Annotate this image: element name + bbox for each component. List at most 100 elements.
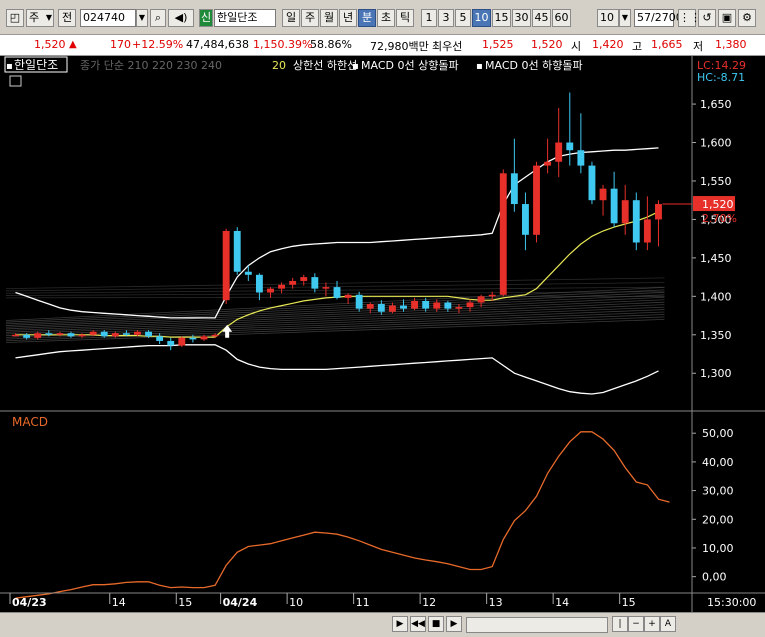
candle-body: [311, 277, 319, 289]
forward-icon[interactable]: ▶: [446, 616, 462, 632]
table-icon[interactable]: [9, 75, 22, 87]
count-select[interactable]: 10: [597, 9, 619, 27]
candle: [344, 293, 352, 305]
chart-legend: ▪ 한일단조 종가 단순 210 220 230 240 20 상한선 하한선 …: [4, 56, 746, 429]
macd-tick-label: 20,00: [702, 513, 734, 526]
macd-line: [15, 431, 670, 599]
candle-body: [178, 337, 186, 346]
candle-body: [422, 300, 430, 309]
window-icon[interactable]: ◰: [6, 9, 24, 27]
page-indicator[interactable]: 57/2700: [634, 9, 683, 27]
save-icon[interactable]: ▣: [718, 9, 736, 27]
period-button-3[interactable]: 년: [339, 9, 357, 27]
interval-button-60[interactable]: 60: [552, 9, 571, 27]
interval-button-5[interactable]: 5: [455, 9, 471, 27]
candle: [422, 297, 430, 312]
interval-button-3[interactable]: 3: [438, 9, 454, 27]
macd-tick-label: 30,00: [702, 485, 734, 498]
all-button[interactable]: 전: [58, 9, 76, 27]
count-dropdown-icon[interactable]: ▼: [619, 9, 631, 27]
candle-body: [56, 333, 64, 335]
interval-button-1[interactable]: 1: [421, 9, 437, 27]
x-tick-label: 14: [555, 596, 569, 609]
candle: [555, 107, 563, 178]
candle: [643, 196, 651, 251]
code-input[interactable]: 024740: [80, 9, 136, 27]
legend-dot-icon: ▪: [476, 61, 483, 72]
gear-icon[interactable]: ⚙: [738, 9, 756, 27]
legend-macd-up: MACD 0선 상향돌파: [361, 59, 459, 72]
candle-body: [544, 161, 552, 166]
period-button-1[interactable]: 주: [301, 9, 319, 27]
minus-icon[interactable]: −: [628, 616, 644, 632]
legend-dot-icon: ▪: [352, 61, 359, 72]
candle-body: [610, 188, 618, 224]
quote-low: 1,380: [715, 38, 747, 51]
period-button-5[interactable]: 초: [377, 9, 395, 27]
stock-chart[interactable]: 1,3001,3501,4001,4501,5001,5501,6001,650…: [0, 56, 765, 612]
x-tick-label: 04/24: [223, 596, 258, 609]
plus-icon[interactable]: +: [644, 616, 660, 632]
legend-limits: 상한선 하한선: [293, 58, 357, 72]
candle-body: [355, 294, 363, 309]
interval-button-15[interactable]: 15: [492, 9, 511, 27]
credit-tag: 신: [199, 9, 213, 27]
scroll-bar: ▶ ◀◀ ■ ▶ | − + A: [0, 612, 765, 637]
rewind-icon[interactable]: ◀◀: [410, 616, 426, 632]
candle-body: [599, 188, 607, 201]
x-tick-label: 12: [422, 596, 436, 609]
period-button-4[interactable]: 분: [358, 9, 376, 27]
candle-body: [12, 334, 19, 337]
zoom-slider[interactable]: [466, 617, 608, 633]
interval-button-45[interactable]: 45: [532, 9, 551, 27]
candle-body: [233, 230, 241, 272]
candle-body: [156, 336, 164, 341]
long-ma-line: [5, 301, 665, 332]
type-label: 주: [29, 11, 40, 24]
play-icon[interactable]: ▶: [392, 616, 408, 632]
candle-body: [200, 336, 208, 340]
page-current: 57: [637, 11, 651, 24]
search-icon[interactable]: ⌕: [150, 9, 166, 27]
candle-body: [267, 288, 274, 293]
price-tick-label: 1,400: [700, 290, 732, 303]
candle-body: [522, 204, 529, 235]
candle: [366, 302, 374, 314]
candle-body: [244, 271, 252, 275]
candle-body: [400, 305, 407, 309]
zoom-out-icon[interactable]: |: [612, 616, 628, 632]
auto-icon[interactable]: A: [660, 616, 676, 632]
candle: [178, 336, 186, 348]
candle-body: [34, 333, 42, 338]
candle-body: [377, 304, 385, 312]
quote-change-pct: +12.59%: [132, 38, 184, 51]
type-select[interactable]: 주 ▼: [26, 9, 54, 27]
candle-body: [23, 334, 31, 338]
candle-body: [278, 284, 286, 289]
stop-icon[interactable]: ■: [428, 616, 444, 632]
candle-body: [134, 331, 141, 335]
x-tick-label: 14: [112, 596, 126, 609]
period-button-6[interactable]: 틱: [396, 9, 414, 27]
speaker-icon[interactable]: ◀): [168, 9, 194, 27]
candle-body: [488, 294, 496, 297]
candle-body: [211, 334, 219, 337]
quote-ask: 1,525: [482, 38, 514, 51]
candle: [311, 273, 319, 293]
period-button-2[interactable]: 월: [320, 9, 338, 27]
reset-icon[interactable]: ↺: [698, 9, 716, 27]
candle-body: [566, 142, 574, 151]
code-dropdown-icon[interactable]: ▼: [136, 9, 148, 27]
quote-open: 1,420: [592, 38, 624, 51]
period-button-0[interactable]: 일: [282, 9, 300, 27]
quote-change: 170: [110, 38, 131, 51]
price-tick-label: 1,550: [700, 175, 732, 188]
macd-label: MACD: [12, 415, 48, 429]
toolbar: ◰ 주 ▼ 전 024740 ▼ ⌕ ◀) 신 한일단조 일 주 월 년 분 초 틱 1 3 5 10…: [0, 0, 765, 34]
interval-button-30[interactable]: 30: [512, 9, 531, 27]
grid-icon[interactable]: ⋮⋮: [678, 9, 701, 27]
interval-button-10[interactable]: 10: [472, 9, 491, 27]
candle-body: [577, 150, 585, 166]
candle-body: [45, 333, 53, 335]
candle-body: [510, 173, 518, 205]
